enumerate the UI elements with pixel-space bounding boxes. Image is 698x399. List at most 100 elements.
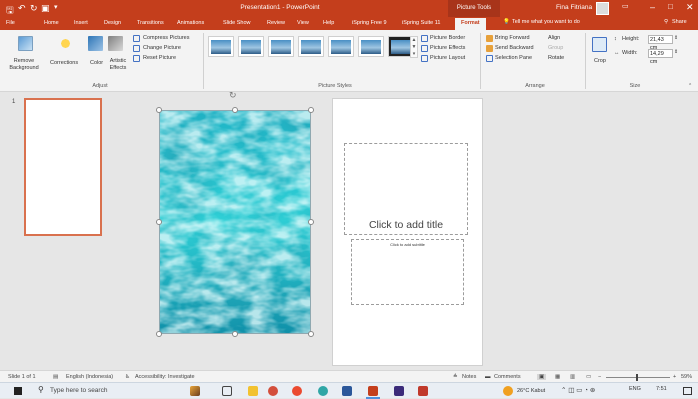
minimize-icon[interactable]: – [650, 2, 655, 12]
tab-design[interactable]: Design [104, 20, 121, 26]
tab-file[interactable]: File [6, 20, 15, 26]
slide-canvas[interactable]: Click to add title Click to add subtitle [332, 98, 483, 366]
tab-home[interactable]: Home [44, 20, 59, 26]
width-field[interactable]: 14,29 cm [648, 49, 673, 65]
powerpoint-icon[interactable] [368, 386, 378, 396]
artistic-effects-icon[interactable] [108, 36, 123, 51]
corrections-button[interactable]: Corrections [50, 60, 78, 66]
color-icon[interactable] [88, 36, 103, 51]
height-spinner-icon[interactable]: ⇕ [674, 35, 678, 41]
tab-insert[interactable]: Insert [74, 20, 88, 26]
slideshow-view-icon[interactable]: ▭ [586, 374, 591, 380]
accessibility-status[interactable]: Accessibility: Investigate [135, 374, 195, 380]
picture-effects-button[interactable]: Picture Effects [430, 45, 465, 51]
resize-handle-bottom-left[interactable] [156, 331, 162, 337]
tell-me-search[interactable]: Tell me what you want to do [512, 19, 580, 25]
avatar[interactable] [596, 2, 609, 15]
comments-button[interactable]: Comments [494, 374, 521, 380]
tab-slide-show[interactable]: Slide Show [223, 20, 251, 26]
title-placeholder[interactable]: Click to add title [344, 143, 468, 235]
remove-background-button[interactable]: Remove Background [6, 58, 42, 72]
resize-handle-top[interactable] [232, 107, 238, 113]
crop-icon[interactable] [592, 37, 607, 52]
app-icon-2[interactable] [394, 386, 404, 396]
app-icon-1[interactable] [268, 386, 278, 396]
tab-help[interactable]: Help [323, 20, 334, 26]
word-icon[interactable] [342, 386, 352, 396]
tab-view[interactable]: View [297, 20, 309, 26]
crop-button[interactable]: Crop [594, 58, 606, 64]
picture-border-button[interactable]: Picture Border [430, 35, 465, 41]
system-tray-icons[interactable]: ⌃ ◫ ▭ ◔ ⊛ [561, 386, 595, 394]
slide-thumbnail[interactable] [24, 98, 102, 236]
tab-ispring-free[interactable]: iSpring Free 9 [352, 20, 387, 26]
reset-picture-button[interactable]: Reset Picture [143, 55, 176, 61]
tab-ispring-suite[interactable]: iSpring Suite 11 [402, 20, 440, 26]
zoom-slider[interactable] [606, 377, 670, 378]
picture-style-6[interactable] [358, 36, 384, 57]
height-field[interactable]: 21,43 cm [648, 35, 673, 51]
picture-style-3[interactable] [268, 36, 294, 57]
app-icon-3[interactable] [418, 386, 428, 396]
subtitle-placeholder[interactable]: Click to add subtitle [351, 239, 464, 305]
tab-review[interactable]: Review [267, 20, 285, 26]
remove-background-icon[interactable] [18, 36, 33, 51]
clock[interactable]: 7:51 [656, 386, 667, 392]
resize-handle-bottom[interactable] [232, 331, 238, 337]
windows-start-icon[interactable] [14, 387, 22, 395]
weather-widget-icon[interactable] [190, 386, 200, 396]
ribbon-display-options-icon[interactable]: ▭ [622, 2, 629, 10]
close-icon[interactable]: ✕ [686, 2, 694, 13]
language-indicator[interactable]: English (Indonesia) [66, 374, 113, 380]
picture-style-2[interactable] [238, 36, 264, 57]
tab-format[interactable]: Format [455, 18, 486, 30]
tab-transitions[interactable]: Transitions [137, 20, 164, 26]
normal-view-icon[interactable]: ▣ [537, 374, 547, 380]
notes-icon[interactable]: ≙ [453, 374, 458, 380]
weather-text[interactable]: 26°C Kabut [517, 388, 545, 394]
picture-style-4[interactable] [298, 36, 324, 57]
task-view-icon[interactable] [222, 386, 232, 396]
collapse-ribbon-icon[interactable]: ⌃ [688, 83, 692, 89]
spelling-icon[interactable]: ▤ [53, 374, 58, 380]
file-explorer-icon[interactable] [248, 386, 258, 396]
slide-sorter-icon[interactable]: ▦ [555, 374, 560, 380]
selection-pane-button[interactable]: Selection Pane [495, 55, 532, 61]
input-language[interactable]: ENG [629, 386, 641, 392]
width-spinner-icon[interactable]: ⇕ [674, 49, 678, 55]
resize-handle-right[interactable] [308, 219, 314, 225]
user-name[interactable]: Fina Fitriana [556, 4, 592, 11]
send-backward-button[interactable]: Send Backward [495, 45, 534, 51]
zoom-in-icon[interactable]: + [673, 374, 676, 380]
resize-handle-bottom-right[interactable] [308, 331, 314, 337]
share-icon[interactable]: ⚲ [664, 19, 668, 25]
picture-layout-button[interactable]: Picture Layout [430, 55, 465, 61]
rotate-handle-icon[interactable]: ↻ [229, 90, 237, 101]
compress-pictures-button[interactable]: Compress Pictures [143, 35, 189, 41]
corrections-icon[interactable] [58, 36, 73, 51]
share-button[interactable]: Share [672, 19, 687, 25]
zoom-out-icon[interactable]: − [598, 374, 601, 380]
weather-icon[interactable] [503, 386, 513, 396]
notification-icon[interactable] [683, 387, 692, 395]
resize-handle-left[interactable] [156, 219, 162, 225]
accessibility-icon[interactable]: ♿ [125, 374, 130, 380]
picture-style-1[interactable] [208, 36, 234, 57]
maximize-icon[interactable]: □ [668, 2, 673, 11]
comments-icon[interactable]: ▬ [485, 374, 491, 380]
color-button[interactable]: Color [90, 60, 103, 66]
notes-button[interactable]: Notes [462, 374, 476, 380]
reading-view-icon[interactable]: ▥ [570, 374, 575, 380]
group-button[interactable]: Group [548, 45, 563, 51]
taskbar-search-input[interactable]: Type here to search [50, 387, 107, 394]
resize-handle-top-left[interactable] [156, 107, 162, 113]
zoom-level[interactable]: 59% [681, 374, 692, 380]
water-picture[interactable] [159, 110, 311, 334]
artistic-effects-button[interactable]: Artistic Effects [106, 58, 130, 72]
zoom-slider-thumb[interactable] [636, 374, 638, 381]
bring-forward-button[interactable]: Bring Forward [495, 35, 530, 41]
align-button[interactable]: Align [548, 35, 560, 41]
rotate-button[interactable]: Rotate [548, 55, 564, 61]
picture-style-5[interactable] [328, 36, 354, 57]
chrome-icon[interactable] [292, 386, 302, 396]
